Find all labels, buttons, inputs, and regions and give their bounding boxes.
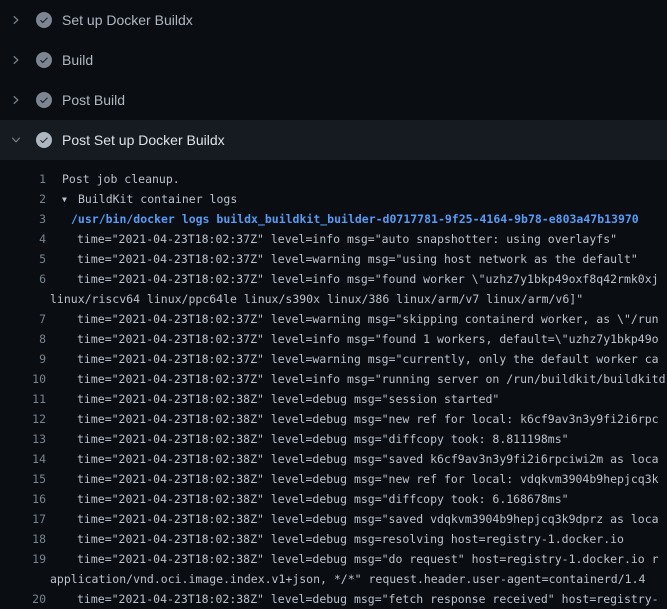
step-row-post-setup-docker-buildx[interactable]: Post Set up Docker Buildx <box>0 120 667 160</box>
log-line-number[interactable]: 13 <box>0 429 46 449</box>
log-line-text: time="2021-04-23T18:02:38Z" level=debug … <box>50 589 659 609</box>
step-row-post-build[interactable]: Post Build <box>0 80 667 120</box>
log-line-number[interactable]: 19 <box>0 549 46 569</box>
step-row-setup-docker-buildx[interactable]: Set up Docker Buildx <box>0 0 667 40</box>
log-line-text: time="2021-04-23T18:02:38Z" level=debug … <box>50 449 659 469</box>
log-line-text: time="2021-04-23T18:02:37Z" level=warnin… <box>50 309 659 329</box>
log-line-wrap-continuation: application/vnd.oci.image.index.v1+json,… <box>0 569 667 589</box>
log-line-number[interactable]: 2 <box>0 189 46 209</box>
log-line: 17 time="2021-04-23T18:02:38Z" level=deb… <box>0 509 667 529</box>
log-line: 12 time="2021-04-23T18:02:38Z" level=deb… <box>0 409 667 429</box>
log-line: 18 time="2021-04-23T18:02:38Z" level=deb… <box>0 529 667 549</box>
check-circle-icon <box>36 52 52 68</box>
log-group-title: BuildKit container logs <box>78 192 237 206</box>
log-line-number-blank <box>0 289 46 309</box>
log-line-number[interactable]: 6 <box>0 269 46 289</box>
log-group-line: 2 ▼BuildKit container logs <box>0 189 667 209</box>
log-line-number[interactable]: 11 <box>0 389 46 409</box>
log-line-text: time="2021-04-23T18:02:38Z" level=debug … <box>50 489 569 509</box>
log-line-text: time="2021-04-23T18:02:37Z" level=info m… <box>50 329 659 349</box>
log-line-number[interactable]: 7 <box>0 309 46 329</box>
log-line-text: time="2021-04-23T18:02:37Z" level=warnin… <box>50 349 659 369</box>
log-line-number[interactable]: 14 <box>0 449 46 469</box>
log-line-number[interactable]: 3 <box>0 209 46 229</box>
chevron-down-icon <box>8 134 24 146</box>
check-circle-icon <box>36 12 52 28</box>
log-line: 5 time="2021-04-23T18:02:37Z" level=warn… <box>0 249 667 269</box>
log-line-text: time="2021-04-23T18:02:37Z" level=warnin… <box>50 249 638 269</box>
log-line: 13 time="2021-04-23T18:02:38Z" level=deb… <box>0 429 667 449</box>
chevron-right-icon <box>8 54 24 66</box>
log-line-text: time="2021-04-23T18:02:38Z" level=debug … <box>50 529 624 549</box>
step-label: Post Set up Docker Buildx <box>62 132 225 148</box>
log-line-text: time="2021-04-23T18:02:38Z" level=debug … <box>50 409 659 429</box>
step-row-build[interactable]: Build <box>0 40 667 80</box>
log-line-number[interactable]: 16 <box>0 489 46 509</box>
log-viewer: 1 Post job cleanup. 2 ▼BuildKit containe… <box>0 160 667 609</box>
log-line: 19 time="2021-04-23T18:02:38Z" level=deb… <box>0 549 667 569</box>
step-label: Set up Docker Buildx <box>62 12 193 28</box>
log-line: 3 /usr/bin/docker logs buildx_buildkit_b… <box>0 209 667 229</box>
log-line-text: time="2021-04-23T18:02:38Z" level=debug … <box>50 549 659 569</box>
log-line-text: application/vnd.oci.image.index.v1+json,… <box>50 569 645 589</box>
check-circle-icon <box>36 92 52 108</box>
log-line: 8 time="2021-04-23T18:02:37Z" level=info… <box>0 329 667 349</box>
log-line-number[interactable]: 17 <box>0 509 46 529</box>
log-line-number[interactable]: 10 <box>0 369 46 389</box>
log-line: 11 time="2021-04-23T18:02:38Z" level=deb… <box>0 389 667 409</box>
log-line: 20 time="2021-04-23T18:02:38Z" level=deb… <box>0 589 667 609</box>
step-label: Post Build <box>62 92 125 108</box>
log-line-text: Post job cleanup. <box>50 169 180 189</box>
log-line-number[interactable]: 5 <box>0 249 46 269</box>
log-line-text: time="2021-04-23T18:02:38Z" level=debug … <box>50 389 499 409</box>
log-line-text: time="2021-04-23T18:02:37Z" level=info m… <box>50 229 617 249</box>
log-line: 1 Post job cleanup. <box>0 169 667 189</box>
log-command-text: /usr/bin/docker logs buildx_buildkit_bui… <box>50 209 639 229</box>
log-line-number[interactable]: 1 <box>0 169 46 189</box>
log-line: 16 time="2021-04-23T18:02:38Z" level=deb… <box>0 489 667 509</box>
log-line-text: time="2021-04-23T18:02:38Z" level=debug … <box>50 509 659 529</box>
log-line: 15 time="2021-04-23T18:02:38Z" level=deb… <box>0 469 667 489</box>
log-line: 4 time="2021-04-23T18:02:37Z" level=info… <box>0 229 667 249</box>
log-line-text: time="2021-04-23T18:02:37Z" level=info m… <box>50 369 666 389</box>
log-line: 6 time="2021-04-23T18:02:37Z" level=info… <box>0 269 667 289</box>
log-group-toggle[interactable]: ▼BuildKit container logs <box>50 189 237 209</box>
check-circle-icon <box>36 132 52 148</box>
log-line-number[interactable]: 8 <box>0 329 46 349</box>
log-line: 9 time="2021-04-23T18:02:37Z" level=warn… <box>0 349 667 369</box>
log-line-number[interactable]: 12 <box>0 409 46 429</box>
log-line: 10 time="2021-04-23T18:02:37Z" level=inf… <box>0 369 667 389</box>
group-expanded-marker-icon: ▼ <box>62 190 78 210</box>
log-line: 7 time="2021-04-23T18:02:37Z" level=warn… <box>0 309 667 329</box>
log-line-number[interactable]: 18 <box>0 529 46 549</box>
step-list: Set up Docker Buildx Build Post Build Po… <box>0 0 667 160</box>
log-line-number[interactable]: 9 <box>0 349 46 369</box>
log-line-number[interactable]: 15 <box>0 469 46 489</box>
chevron-right-icon <box>8 14 24 26</box>
log-line: 14 time="2021-04-23T18:02:38Z" level=deb… <box>0 449 667 469</box>
log-line-wrap-continuation: linux/riscv64 linux/ppc64le linux/s390x … <box>0 289 667 309</box>
chevron-right-icon <box>8 94 24 106</box>
log-line-number[interactable]: 20 <box>0 589 46 609</box>
log-line-number[interactable]: 4 <box>0 229 46 249</box>
log-line-number-blank <box>0 569 46 589</box>
log-line-text: linux/riscv64 linux/ppc64le linux/s390x … <box>50 289 583 309</box>
log-line-text: time="2021-04-23T18:02:38Z" level=debug … <box>50 429 569 449</box>
log-line-text: time="2021-04-23T18:02:37Z" level=info m… <box>50 269 659 289</box>
log-line-text: time="2021-04-23T18:02:38Z" level=debug … <box>50 469 659 489</box>
step-label: Build <box>62 52 93 68</box>
